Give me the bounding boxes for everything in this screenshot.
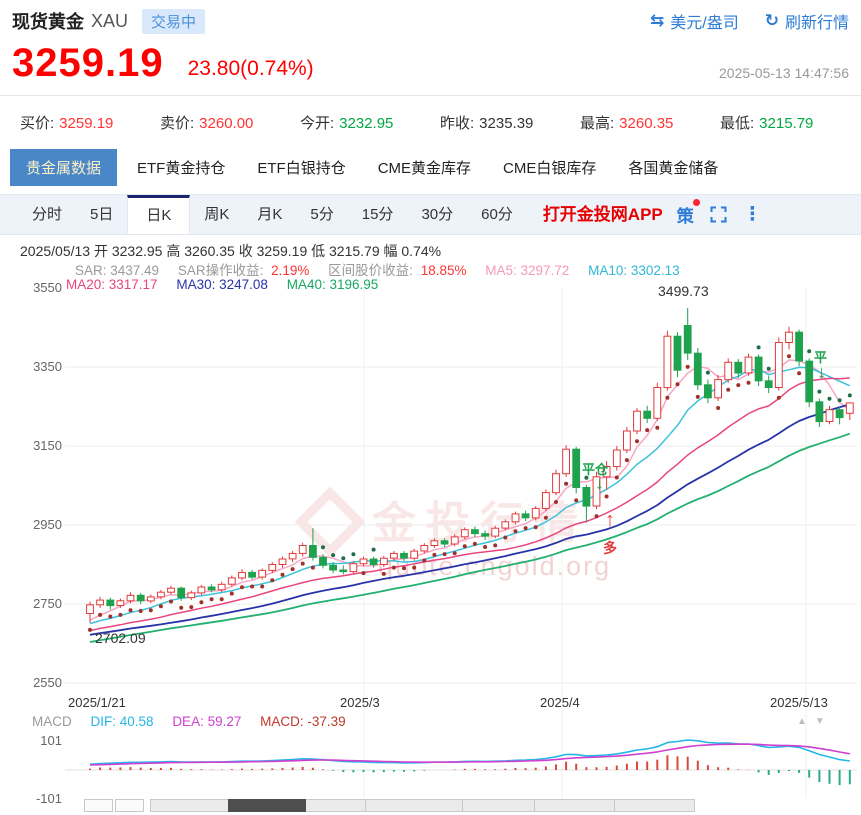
low-price: 最低:3215.79 [720, 112, 860, 134]
instrument-symbol: XAU [91, 11, 128, 32]
scrollbar-track[interactable] [150, 799, 695, 812]
zoom-button-right[interactable] [115, 799, 144, 812]
x-tick-jan: 2025/1/21 [68, 695, 126, 710]
candlestick-chart[interactable]: 金投行情 quote.cngold.org 2025/05/13 开 3232.… [0, 235, 861, 813]
refresh-quote-link[interactable]: ↻ 刷新行情 [765, 9, 849, 33]
indicator-row-2: MA20: 3317.17 MA30: 3247.08 MA40: 3196.9… [66, 277, 393, 292]
macd-label-row: MACD DIF: 40.58 DEA: 59.27 MACD: -37.39 [32, 714, 361, 729]
ask-price: 卖价:3260.00 [160, 112, 300, 134]
tf-60min[interactable]: 60分 [467, 195, 527, 234]
chart-toolbar: 分时 5日 日K 周K 月K 5分 15分 30分 60分 打开金投网APP 策… [0, 194, 861, 235]
unit-toggle-link[interactable]: ⇆ 美元/盎司 [650, 9, 739, 33]
quote-strip: 买价:3259.19 卖价:3260.00 今开:3232.95 昨收:3235… [0, 96, 861, 148]
y-tick-3150: 3150 [4, 438, 62, 453]
x-tick-apr: 2025/4 [540, 695, 580, 710]
zoom-button-left[interactable] [84, 799, 113, 812]
annotation-low-price: 2702.09 [95, 630, 146, 646]
tab-etf-silver-holdings[interactable]: ETF白银持仓 [245, 149, 357, 186]
fullscreen-icon[interactable] [710, 206, 727, 223]
strategy-icon[interactable]: 策 [677, 202, 694, 227]
y-tick-2750: 2750 [4, 596, 62, 611]
quote-timestamp: 2025-05-13 14:47:56 [719, 62, 849, 84]
unit-toggle-label: 美元/盎司 [670, 9, 738, 33]
x-tick-mar: 2025/3 [340, 695, 380, 710]
tab-precious-metal-data[interactable]: 贵金属数据 [10, 149, 117, 186]
refresh-label: 刷新行情 [785, 9, 849, 33]
annotation-exit-arrow: ↓ [595, 473, 604, 494]
chart-zoom-scrollbar [0, 799, 861, 813]
tf-monthly-k[interactable]: 月K [243, 195, 296, 234]
instrument-title: 现货黄金 [12, 8, 84, 34]
quote-header: 现货黄金 XAU 交易中 ⇆ 美元/盎司 ↻ 刷新行情 3259.19 23.8… [0, 0, 861, 96]
tab-national-gold-reserves[interactable]: 各国黄金储备 [616, 149, 730, 186]
gold-quote-page: 现货黄金 XAU 交易中 ⇆ 美元/盎司 ↻ 刷新行情 3259.19 23.8… [0, 0, 861, 815]
bid-price: 买价:3259.19 [20, 112, 160, 134]
open-app-link[interactable]: 打开金投网APP [543, 195, 663, 234]
tf-weekly-k[interactable]: 周K [190, 195, 243, 234]
annotation-long-label: 多 [603, 538, 617, 558]
tf-daily-k[interactable]: 日K [127, 195, 190, 234]
open-price: 今开:3232.95 [300, 112, 440, 134]
tf-5min[interactable]: 5分 [296, 195, 347, 234]
data-nav-tabs: 贵金属数据 ETF黄金持仓 ETF白银持仓 CME黄金库存 CME白银库存 各国… [0, 148, 861, 187]
tf-intraday[interactable]: 分时 [18, 195, 76, 234]
tf-30min[interactable]: 30分 [407, 195, 467, 234]
annotation-peak-price: 3499.73 [658, 283, 709, 299]
tab-cme-silver-stock[interactable]: CME白银库存 [491, 149, 608, 186]
tab-etf-gold-holdings[interactable]: ETF黄金持仓 [125, 149, 237, 186]
annotation-right-exit-arrow: ↓ [817, 362, 826, 383]
price-change: 23.80(0.74%) [188, 54, 314, 84]
high-price: 最高:3260.35 [580, 112, 720, 134]
notification-dot [693, 199, 700, 206]
header-links: ⇆ 美元/盎司 ↻ 刷新行情 [650, 9, 849, 33]
current-price: 3259.19 [12, 42, 164, 84]
x-tick-may: 2025/5/13 [770, 695, 828, 710]
tab-cme-gold-stock[interactable]: CME黄金库存 [366, 149, 483, 186]
indicator-row-1: SAR: 3437.49 SAR操作收益: 2.19% 区间股价收益: 18.8… [75, 259, 695, 279]
refresh-icon: ↻ [765, 11, 779, 31]
y-tick-3350: 3350 [4, 359, 62, 374]
annotation-long-arrow: ↑ [605, 509, 615, 532]
trading-status-badge: 交易中 [142, 9, 205, 34]
scrollbar-thumb[interactable] [228, 799, 306, 812]
more-menu-icon[interactable]: ⋮ [743, 203, 762, 226]
macd-tick-pos: 101 [30, 733, 62, 748]
ohlc-readout: 2025/05/13 开 3232.95 高 3260.35 收 3259.19… [20, 241, 441, 261]
prev-close-price: 昨收:3235.39 [440, 112, 580, 134]
tf-15min[interactable]: 15分 [348, 195, 408, 234]
chart-tool-icons: 策 ⋮ [677, 195, 762, 234]
tf-5day[interactable]: 5日 [76, 195, 127, 234]
swap-icon: ⇆ [650, 11, 664, 31]
y-tick-2950: 2950 [4, 517, 62, 532]
y-tick-3550: 3550 [4, 280, 62, 295]
y-tick-2550: 2550 [4, 675, 62, 690]
macd-collapse-arrows[interactable]: ▲▼ [797, 716, 833, 727]
